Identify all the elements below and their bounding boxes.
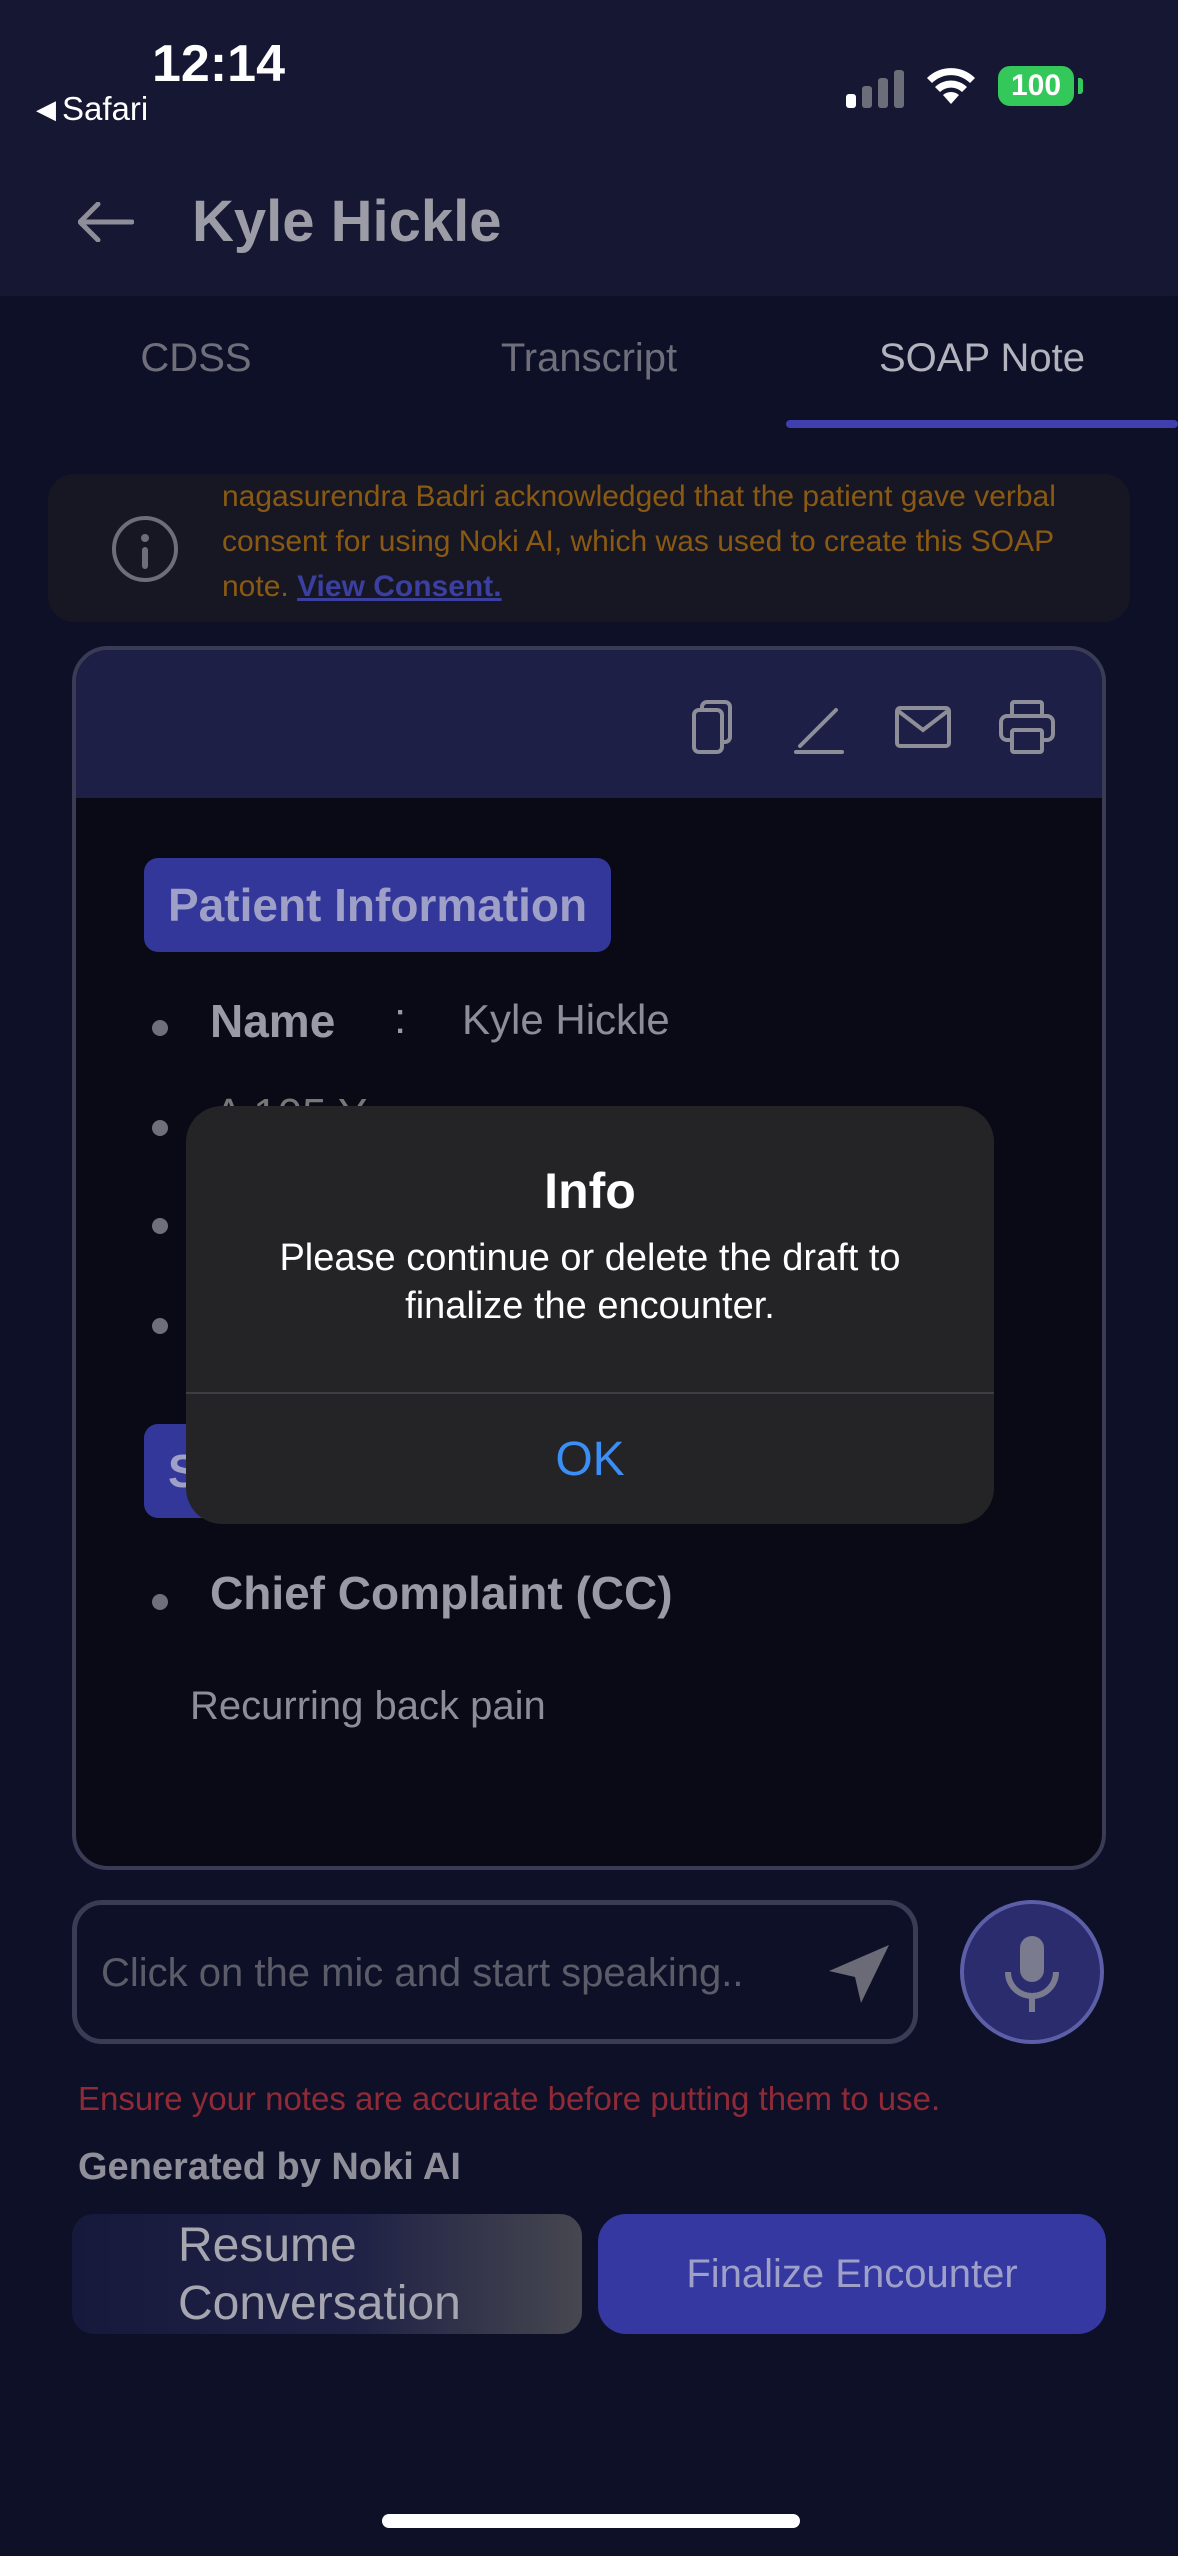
send-icon[interactable] [825,1941,893,2007]
speech-input[interactable] [101,1941,801,2005]
info-alert-dialog: Info Please continue or delete the draft… [186,1106,994,1524]
chief-complaint-label: Chief Complaint (CC) [210,1567,673,1619]
accuracy-warning: Ensure your notes are accurate before pu… [78,2080,941,2117]
resume-conversation-button[interactable]: Resume Conversation [72,2214,582,2334]
finalize-encounter-button[interactable]: Finalize Encounter [598,2214,1106,2334]
resume-line-1: Resume [178,2219,357,2272]
patient-information-badge: Patient Information [144,858,612,952]
page-title: Kyle Hickle [192,189,502,254]
bullet [152,1120,168,1136]
wifi-icon [927,68,975,104]
generated-by-label: Generated by Noki AI [78,2146,461,2188]
cellular-signal-icon [846,68,904,108]
alert-ok-button[interactable]: OK [186,1394,994,1524]
tab-soap-note[interactable]: SOAP Note [786,336,1178,381]
status-bar: 12:14 ◀ Safari 100 [0,0,1178,140]
bullet [152,1594,168,1610]
alert-title: Info [544,1163,636,1219]
battery-icon: 100 [998,66,1074,106]
edit-icon[interactable] [790,698,848,756]
view-consent-link[interactable]: View Consent. [297,570,502,603]
tab-cdss[interactable]: CDSS [0,336,392,381]
consent-text: nagasurendra Badri acknowledged that the… [222,474,1122,609]
speech-input-box [72,1900,918,2044]
chief-complaint-value: Recurring back pain [190,1684,546,1728]
print-icon[interactable] [998,698,1056,756]
battery-tip [1078,78,1083,94]
mail-icon[interactable] [894,698,952,756]
mic-button[interactable] [960,1900,1104,2044]
name-value: Kyle Hickle [462,996,670,1043]
name-colon: : [394,994,407,1043]
bullet [152,1218,168,1234]
name-label: Name [210,995,336,1047]
tab-bar: CDSS Transcript SOAP Note [0,296,1178,428]
status-time: 12:14 [152,35,285,93]
alert-message: Please continue or delete the draft to f… [279,1237,901,1327]
bullet [152,1020,168,1036]
active-tab-indicator [786,420,1178,428]
back-triangle-icon: ◀ [36,93,56,124]
back-to-safari[interactable]: ◀ Safari [36,90,148,128]
resume-line-2: Conversation [178,2277,461,2330]
app-header: Kyle Hickle [0,140,1178,296]
tab-transcript[interactable]: Transcript [393,336,785,381]
copy-icon[interactable] [686,698,744,756]
consent-banner: nagasurendra Badri acknowledged that the… [48,474,1130,622]
back-arrow-icon[interactable] [78,202,134,242]
bullet [152,1318,168,1334]
mic-icon [1005,1936,1059,2012]
card-toolbar [76,650,1102,798]
home-indicator[interactable] [382,2514,800,2528]
back-app-label: Safari [62,90,149,127]
info-icon [112,516,178,582]
